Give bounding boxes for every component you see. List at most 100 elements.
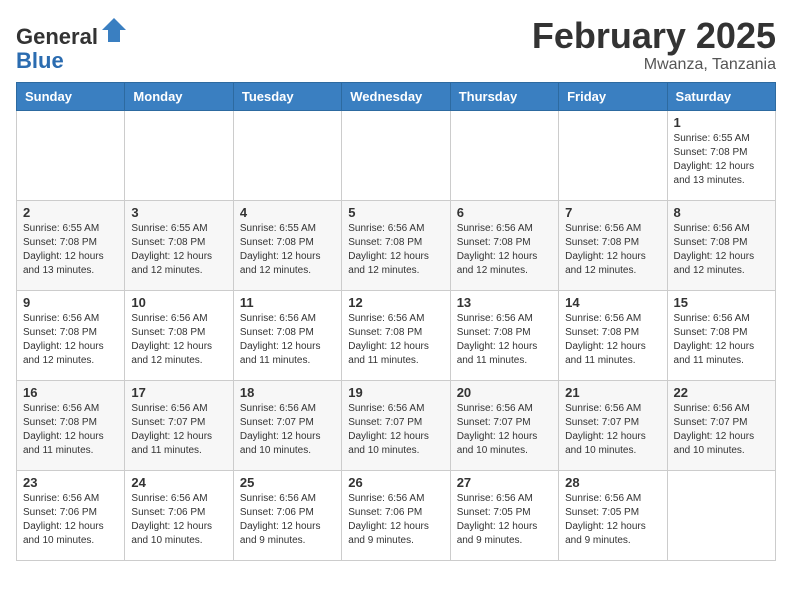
day-info: Sunrise: 6:56 AM Sunset: 7:08 PM Dayligh… bbox=[348, 222, 443, 278]
calendar: SundayMondayTuesdayWednesdayThursdayFrid… bbox=[16, 82, 776, 561]
day-number: 17 bbox=[131, 385, 226, 400]
calendar-header-cell: Thursday bbox=[450, 82, 558, 110]
day-number: 20 bbox=[457, 385, 552, 400]
day-number: 8 bbox=[674, 205, 769, 220]
day-info: Sunrise: 6:56 AM Sunset: 7:07 PM Dayligh… bbox=[348, 402, 443, 458]
day-info: Sunrise: 6:55 AM Sunset: 7:08 PM Dayligh… bbox=[131, 222, 226, 278]
calendar-header-cell: Sunday bbox=[17, 82, 125, 110]
calendar-cell: 13 Sunrise: 6:56 AM Sunset: 7:08 PM Dayli… bbox=[450, 290, 558, 380]
calendar-week-row: 23 Sunrise: 6:56 AM Sunset: 7:06 PM Dayli… bbox=[17, 470, 776, 560]
day-info: Sunrise: 6:56 AM Sunset: 7:08 PM Dayligh… bbox=[565, 312, 660, 368]
day-number: 26 bbox=[348, 475, 443, 490]
day-info: Sunrise: 6:56 AM Sunset: 7:06 PM Dayligh… bbox=[23, 492, 118, 548]
day-info: Sunrise: 6:56 AM Sunset: 7:06 PM Dayligh… bbox=[240, 492, 335, 548]
calendar-cell bbox=[667, 470, 775, 560]
day-info: Sunrise: 6:56 AM Sunset: 7:07 PM Dayligh… bbox=[565, 402, 660, 458]
day-number: 7 bbox=[565, 205, 660, 220]
calendar-cell: 27 Sunrise: 6:56 AM Sunset: 7:05 PM Dayli… bbox=[450, 470, 558, 560]
day-info: Sunrise: 6:56 AM Sunset: 7:05 PM Dayligh… bbox=[565, 492, 660, 548]
day-number: 1 bbox=[674, 115, 769, 130]
calendar-header-cell: Friday bbox=[559, 82, 667, 110]
day-info: Sunrise: 6:56 AM Sunset: 7:07 PM Dayligh… bbox=[674, 402, 769, 458]
day-info: Sunrise: 6:55 AM Sunset: 7:08 PM Dayligh… bbox=[240, 222, 335, 278]
day-info: Sunrise: 6:55 AM Sunset: 7:08 PM Dayligh… bbox=[23, 222, 118, 278]
calendar-cell: 23 Sunrise: 6:56 AM Sunset: 7:06 PM Dayli… bbox=[17, 470, 125, 560]
calendar-cell: 10 Sunrise: 6:56 AM Sunset: 7:08 PM Dayli… bbox=[125, 290, 233, 380]
calendar-cell: 22 Sunrise: 6:56 AM Sunset: 7:07 PM Dayli… bbox=[667, 380, 775, 470]
day-number: 4 bbox=[240, 205, 335, 220]
calendar-cell: 28Sunrise: 6:56 AM Sunset: 7:05 PM Dayli… bbox=[559, 470, 667, 560]
day-number: 19 bbox=[348, 385, 443, 400]
day-number: 12 bbox=[348, 295, 443, 310]
calendar-header-row: SundayMondayTuesdayWednesdayThursdayFrid… bbox=[17, 82, 776, 110]
day-info: Sunrise: 6:56 AM Sunset: 7:08 PM Dayligh… bbox=[23, 312, 118, 368]
day-number: 11 bbox=[240, 295, 335, 310]
calendar-body: 1 Sunrise: 6:55 AM Sunset: 7:08 PM Daylig… bbox=[17, 110, 776, 560]
day-number: 25 bbox=[240, 475, 335, 490]
calendar-cell: 18Sunrise: 6:56 AM Sunset: 7:07 PM Dayli… bbox=[233, 380, 341, 470]
day-info: Sunrise: 6:56 AM Sunset: 7:08 PM Dayligh… bbox=[240, 312, 335, 368]
day-number: 5 bbox=[348, 205, 443, 220]
calendar-cell: 7 Sunrise: 6:56 AM Sunset: 7:08 PM Daylig… bbox=[559, 200, 667, 290]
calendar-week-row: 2 Sunrise: 6:55 AM Sunset: 7:08 PM Daylig… bbox=[17, 200, 776, 290]
day-number: 27 bbox=[457, 475, 552, 490]
calendar-week-row: 16 Sunrise: 6:56 AM Sunset: 7:08 PM Dayli… bbox=[17, 380, 776, 470]
calendar-header-cell: Wednesday bbox=[342, 82, 450, 110]
day-number: 14 bbox=[565, 295, 660, 310]
logo-icon bbox=[100, 16, 128, 44]
day-info: Sunrise: 6:56 AM Sunset: 7:08 PM Dayligh… bbox=[348, 312, 443, 368]
day-info: Sunrise: 6:56 AM Sunset: 7:08 PM Dayligh… bbox=[23, 402, 118, 458]
day-number: 9 bbox=[23, 295, 118, 310]
day-number: 3 bbox=[131, 205, 226, 220]
calendar-cell: 14 Sunrise: 6:56 AM Sunset: 7:08 PM Dayli… bbox=[559, 290, 667, 380]
day-number: 21 bbox=[565, 385, 660, 400]
day-number: 2 bbox=[23, 205, 118, 220]
day-info: Sunrise: 6:56 AM Sunset: 7:08 PM Dayligh… bbox=[565, 222, 660, 278]
day-info: Sunrise: 6:56 AM Sunset: 7:08 PM Dayligh… bbox=[674, 312, 769, 368]
month-title: February 2025 bbox=[532, 16, 776, 56]
calendar-cell: 15 Sunrise: 6:56 AM Sunset: 7:08 PM Dayli… bbox=[667, 290, 775, 380]
calendar-header-cell: Saturday bbox=[667, 82, 775, 110]
calendar-cell: 3 Sunrise: 6:55 AM Sunset: 7:08 PM Daylig… bbox=[125, 200, 233, 290]
calendar-week-row: 9 Sunrise: 6:56 AM Sunset: 7:08 PM Daylig… bbox=[17, 290, 776, 380]
calendar-cell: 6 Sunrise: 6:56 AM Sunset: 7:08 PM Daylig… bbox=[450, 200, 558, 290]
day-info: Sunrise: 6:56 AM Sunset: 7:08 PM Dayligh… bbox=[457, 312, 552, 368]
calendar-cell bbox=[233, 110, 341, 200]
day-info: Sunrise: 6:56 AM Sunset: 7:08 PM Dayligh… bbox=[674, 222, 769, 278]
calendar-cell: 19 Sunrise: 6:56 AM Sunset: 7:07 PM Dayli… bbox=[342, 380, 450, 470]
calendar-cell: 16 Sunrise: 6:56 AM Sunset: 7:08 PM Dayli… bbox=[17, 380, 125, 470]
day-number: 18 bbox=[240, 385, 335, 400]
page-header: General Blue February 2025 Mwanza, Tanza… bbox=[16, 16, 776, 74]
title-area: February 2025 Mwanza, Tanzania bbox=[532, 16, 776, 74]
day-info: Sunrise: 6:56 AM Sunset: 7:06 PM Dayligh… bbox=[348, 492, 443, 548]
day-number: 16 bbox=[23, 385, 118, 400]
calendar-cell: 25 Sunrise: 6:56 AM Sunset: 7:06 PM Dayli… bbox=[233, 470, 341, 560]
day-info: Sunrise: 6:56 AM Sunset: 7:05 PM Dayligh… bbox=[457, 492, 552, 548]
calendar-cell: 5 Sunrise: 6:56 AM Sunset: 7:08 PM Daylig… bbox=[342, 200, 450, 290]
day-info: Sunrise: 6:55 AM Sunset: 7:08 PM Dayligh… bbox=[674, 132, 769, 188]
day-info: Sunrise: 6:56 AM Sunset: 7:08 PM Dayligh… bbox=[131, 312, 226, 368]
calendar-cell: 12 Sunrise: 6:56 AM Sunset: 7:08 PM Dayli… bbox=[342, 290, 450, 380]
calendar-cell bbox=[450, 110, 558, 200]
calendar-cell bbox=[17, 110, 125, 200]
day-number: 6 bbox=[457, 205, 552, 220]
calendar-cell: 8 Sunrise: 6:56 AM Sunset: 7:08 PM Daylig… bbox=[667, 200, 775, 290]
logo: General Blue bbox=[16, 16, 128, 73]
calendar-cell bbox=[559, 110, 667, 200]
day-number: 23 bbox=[23, 475, 118, 490]
logo-blue: Blue bbox=[16, 48, 64, 73]
day-info: Sunrise: 6:56 AM Sunset: 7:08 PM Dayligh… bbox=[457, 222, 552, 278]
day-number: 15 bbox=[674, 295, 769, 310]
calendar-cell bbox=[125, 110, 233, 200]
logo-general: General bbox=[16, 24, 98, 49]
calendar-cell: 26 Sunrise: 6:56 AM Sunset: 7:06 PM Dayli… bbox=[342, 470, 450, 560]
day-number: 22 bbox=[674, 385, 769, 400]
calendar-cell: 17Sunrise: 6:56 AM Sunset: 7:07 PM Dayli… bbox=[125, 380, 233, 470]
day-number: 10 bbox=[131, 295, 226, 310]
day-number: 13 bbox=[457, 295, 552, 310]
calendar-cell bbox=[342, 110, 450, 200]
calendar-cell: 20Sunrise: 6:56 AM Sunset: 7:07 PM Dayli… bbox=[450, 380, 558, 470]
calendar-cell: 21 Sunrise: 6:56 AM Sunset: 7:07 PM Dayli… bbox=[559, 380, 667, 470]
calendar-header-cell: Monday bbox=[125, 82, 233, 110]
day-info: Sunrise: 6:56 AM Sunset: 7:06 PM Dayligh… bbox=[131, 492, 226, 548]
